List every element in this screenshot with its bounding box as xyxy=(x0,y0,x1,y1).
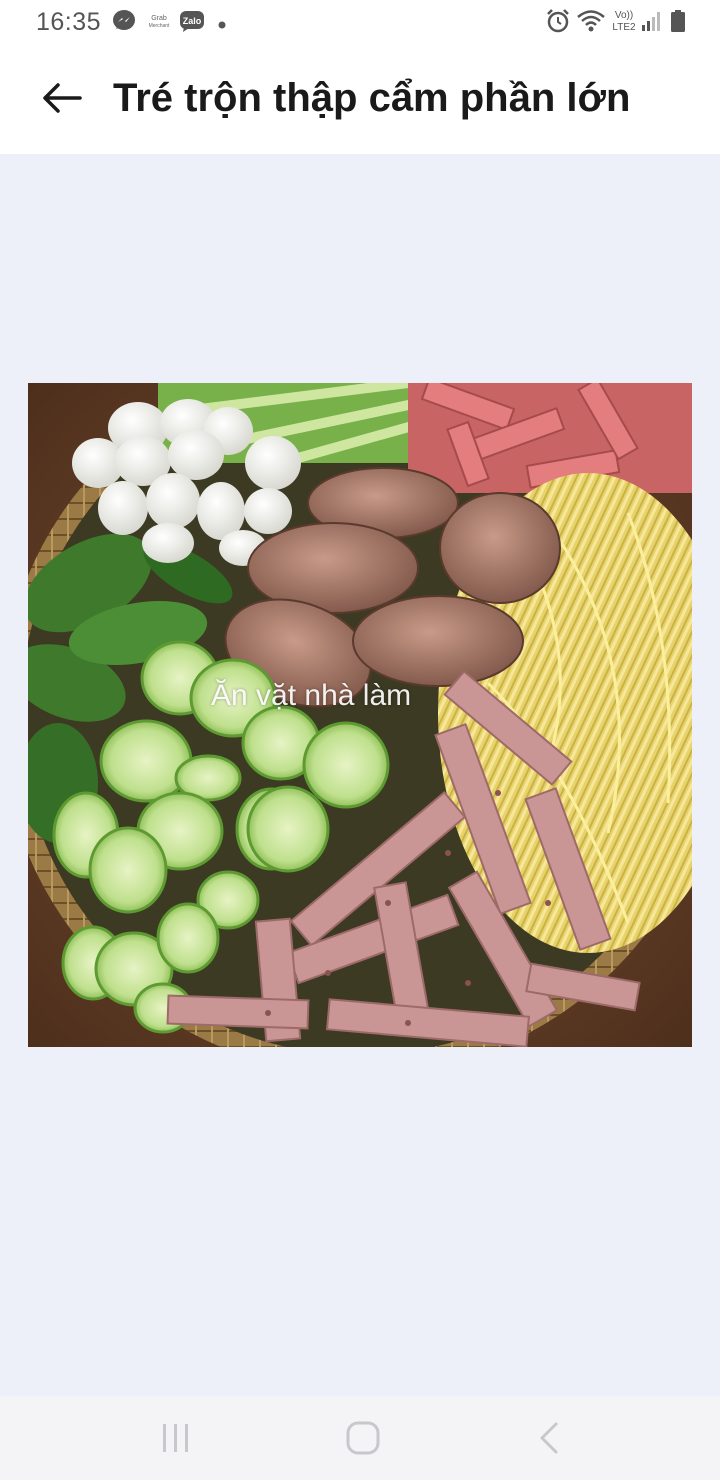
alarm-icon xyxy=(545,8,571,39)
status-time: 16:35 xyxy=(36,8,102,36)
network-text-top: Vo)) xyxy=(615,10,633,21)
recent-apps-icon xyxy=(163,1424,188,1452)
svg-text:Zalo: Zalo xyxy=(183,16,202,26)
grab-merchant-icon: Grab Merchant xyxy=(146,12,172,32)
wifi-icon xyxy=(576,8,606,39)
home-button[interactable] xyxy=(341,1418,385,1458)
app-header: Tré trộn thập cẩm phần lớn xyxy=(0,44,720,154)
zalo-icon: Zalo xyxy=(179,9,205,38)
arrow-left-icon xyxy=(43,83,82,113)
page-title: Tré trộn thập cẩm phần lớn xyxy=(113,76,631,120)
dot-icon xyxy=(218,16,226,34)
back-button[interactable] xyxy=(38,74,86,122)
network-text-bottom: LTE2 xyxy=(612,22,636,33)
recent-apps-button[interactable] xyxy=(154,1418,198,1458)
battery-icon xyxy=(670,9,686,38)
back-icon xyxy=(540,1422,558,1454)
image-viewer: Ăn vặt nhà làm xyxy=(0,154,720,1396)
svg-text:Merchant: Merchant xyxy=(149,23,170,29)
svg-text:Grab: Grab xyxy=(151,15,167,22)
status-bar: 16:35 Grab Merchant Zalo Vo)) LTE2 xyxy=(0,0,720,44)
volte-lte2-icon: Vo)) LTE2 xyxy=(609,8,639,39)
back-nav-button[interactable] xyxy=(528,1418,572,1458)
image-watermark: Ăn vặt nhà làm xyxy=(211,679,412,712)
home-icon xyxy=(346,1421,380,1455)
food-platter-image[interactable]: Ăn vặt nhà làm xyxy=(28,383,692,1047)
messenger-icon xyxy=(112,9,136,38)
signal-icon xyxy=(641,10,663,37)
system-nav-bar xyxy=(0,1396,720,1480)
food-platter-illustration xyxy=(28,383,692,1047)
